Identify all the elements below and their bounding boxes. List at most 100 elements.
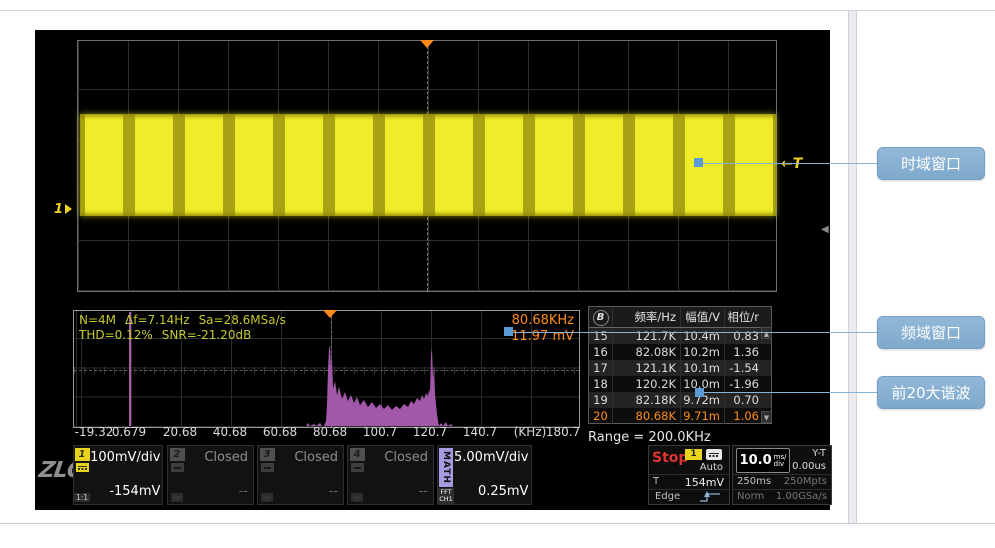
math-offset: 0.25mV bbox=[454, 484, 528, 499]
callout-time-window: 时域窗口 bbox=[877, 147, 985, 180]
callout-freq-window: 频域窗口 bbox=[877, 316, 985, 349]
run-state: Stop bbox=[652, 450, 688, 466]
channel4-badge: 4 bbox=[350, 448, 365, 461]
trigger-delay: 0.00us bbox=[792, 461, 826, 472]
harmonic-row[interactable]: 17 121.1K 10.1m -1.54 bbox=[589, 360, 771, 376]
trigger-coupling-icon bbox=[706, 449, 722, 460]
axis-tick: 80.68 bbox=[313, 425, 347, 439]
coupling-off-icon bbox=[351, 463, 364, 472]
trigger-source-badge: 1 bbox=[685, 449, 702, 460]
callout-line-harmonics bbox=[704, 392, 877, 393]
axis-tick: 100.7 bbox=[363, 425, 397, 439]
fft-thd: THD=0.12% bbox=[79, 328, 153, 342]
trigger-level-marker[interactable]: ←T bbox=[781, 156, 802, 172]
callout-line-time bbox=[703, 163, 877, 164]
harmonic-row[interactable]: 15 121.7K 10.4m 0.83 bbox=[589, 328, 771, 344]
fft-resolution: Δf=7.14Hz bbox=[125, 313, 190, 327]
oscilloscope-screenshot: 1 ←T ◀ N=4MΔf=7.14HzSa=28.6MSa/s THD=0.1… bbox=[35, 30, 830, 510]
cursor-frequency: 80.68KHz bbox=[511, 313, 574, 329]
ch1-waveform-trace bbox=[80, 114, 776, 216]
trigger-level-label: T bbox=[653, 476, 659, 487]
ch1-marker-arrow-icon bbox=[65, 204, 72, 214]
harmonics-table-header: B 频率/Hz 幅值/V 相位/r bbox=[589, 307, 771, 328]
ch2-status: Closed bbox=[186, 450, 248, 465]
trigger-mode: Auto bbox=[700, 462, 723, 473]
page-bottom-divider bbox=[0, 523, 995, 524]
harmonic-row-selected[interactable]: 20 80.68K 9.71m 1.06 bbox=[589, 408, 771, 424]
status-toolbar: ZLG® 1 1:1 100mV/div -154mV 2 -:- bbox=[35, 445, 830, 507]
axis-tick: 40.68 bbox=[213, 425, 247, 439]
fft-measurements: N=4M Δf=7.14Hz Sa=28.6MSa/s THD=0.12% SNR=-… bbox=[79, 313, 295, 343]
trigger-level-value: 154mV bbox=[685, 476, 724, 489]
axis-tick: 180.7 bbox=[546, 425, 580, 439]
ch1-ground-marker[interactable]: 1 bbox=[54, 202, 72, 217]
timebase-panel[interactable]: 10.0 ms/ div Y-T 0.00us 250ms 250Mpts No… bbox=[732, 445, 832, 505]
channel2-status-box[interactable]: 2 -:- Closed -- bbox=[167, 445, 254, 505]
left-arrow-icon: ← bbox=[781, 156, 793, 172]
probe-ratio: -:- bbox=[261, 493, 273, 502]
sample-rate: 1.00GSa/s bbox=[776, 491, 827, 502]
axis-tick: 0.679 bbox=[112, 425, 146, 439]
page-top-divider bbox=[0, 10, 995, 11]
math-mode-badge: FFT CH1 bbox=[438, 488, 454, 504]
ch1-volts-per-div: 100mV/div bbox=[90, 450, 160, 465]
fft-range-label: Range = 200.0KHz bbox=[588, 430, 711, 445]
table-scroll-up-icon[interactable]: ▲ bbox=[761, 327, 772, 339]
harmonics-b-icon: B bbox=[593, 310, 609, 326]
axis-tick: 20.68 bbox=[163, 425, 197, 439]
fft-cursor-readout: 80.68KHz 11.97 mV bbox=[511, 313, 574, 345]
channel2-badge: 2 bbox=[170, 448, 185, 461]
axis-tick: -19.32 bbox=[75, 425, 114, 439]
channel1-status-box[interactable]: 1 1:1 100mV/div -154mV bbox=[73, 445, 163, 505]
channel3-status-box[interactable]: 3 -:- Closed -- bbox=[257, 445, 344, 505]
axis-tick: 60.68 bbox=[263, 425, 297, 439]
math-badge: MATH bbox=[439, 448, 453, 487]
probe-ratio: -:- bbox=[171, 493, 183, 502]
table-scroll-down-icon[interactable]: ▼ bbox=[761, 411, 772, 423]
math-status-box[interactable]: MATH FFT CH1 5.00mV/div 0.25mV bbox=[437, 445, 532, 505]
col-phase: 相位/r bbox=[725, 307, 763, 327]
trigger-type: Edge bbox=[655, 491, 680, 502]
fft-samplerate: Sa=28.6MSa/s bbox=[199, 313, 286, 327]
axis-tick: 140.7 bbox=[463, 425, 497, 439]
callout-marker-harmonics bbox=[695, 388, 704, 397]
ch4-offset: -- bbox=[366, 484, 428, 499]
timebase-scale: 10.0 bbox=[740, 453, 772, 468]
rising-edge-icon bbox=[699, 491, 721, 503]
trigger-position-icon[interactable] bbox=[420, 40, 434, 48]
timebase-scale-box[interactable]: 10.0 ms/ div bbox=[736, 448, 790, 473]
menu-collapse-icon[interactable]: ◀ bbox=[821, 224, 829, 235]
col-frequency: 频率/Hz bbox=[613, 307, 681, 327]
coupling-off-icon bbox=[261, 463, 274, 472]
fft-points: N=4M bbox=[79, 313, 116, 327]
harmonic-row[interactable]: 18 120.2K 10.0m -1.96 bbox=[589, 376, 771, 392]
channel4-status-box[interactable]: 4 -:- Closed -- bbox=[347, 445, 434, 505]
callout-harmonics: 前20大谐波 bbox=[877, 376, 985, 409]
display-mode: Y-T bbox=[812, 448, 826, 459]
harmonic-row[interactable]: 19 82.18K 9.72m 0.70 bbox=[589, 392, 771, 408]
harmonic-row[interactable]: 16 82.08K 10.2m 1.36 bbox=[589, 344, 771, 360]
math-volts-per-div: 5.00mV/div bbox=[454, 450, 528, 465]
fft-snr: SNR=-21.20dB bbox=[162, 328, 252, 342]
callout-marker-time bbox=[694, 158, 703, 167]
page: 1 ←T ◀ N=4MΔf=7.14HzSa=28.6MSa/s THD=0.1… bbox=[0, 0, 995, 548]
time-domain-window bbox=[77, 40, 777, 292]
axis-unit: (KHz) bbox=[514, 425, 547, 439]
capture-window: 250ms bbox=[737, 476, 771, 487]
axis-tick: 120.7 bbox=[413, 425, 447, 439]
fft-center-marker-icon[interactable] bbox=[323, 310, 337, 318]
trigger-status-panel[interactable]: Stop 1 Auto T 154mV Edge bbox=[648, 445, 730, 505]
ch2-offset: -- bbox=[186, 484, 248, 499]
dc-coupling-icon bbox=[76, 463, 89, 472]
callout-marker-freq bbox=[504, 327, 513, 336]
callout-line-freq bbox=[513, 332, 877, 333]
col-amplitude: 幅值/V bbox=[681, 307, 725, 327]
page-right-scroll-strip[interactable] bbox=[848, 11, 857, 523]
acquisition-mode: Norm bbox=[737, 491, 764, 502]
ch4-status: Closed bbox=[366, 450, 428, 465]
probe-ratio: -:- bbox=[351, 493, 363, 502]
channel3-badge: 3 bbox=[260, 448, 275, 461]
ch3-status: Closed bbox=[276, 450, 338, 465]
channel1-badge: 1 bbox=[75, 448, 90, 461]
probe-ratio: 1:1 bbox=[74, 493, 90, 502]
